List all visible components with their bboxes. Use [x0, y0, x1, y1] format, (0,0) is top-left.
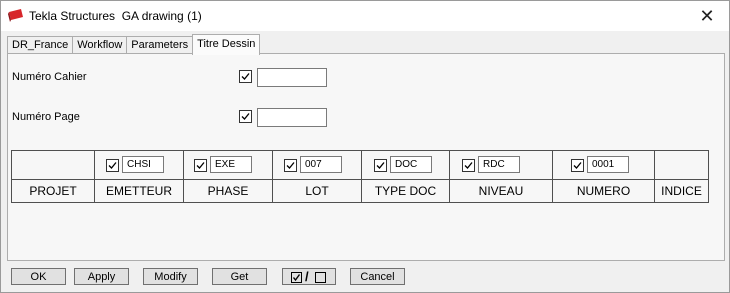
grid-col-label: TYPE DOC [374, 184, 437, 198]
slash-separator: / [305, 269, 309, 284]
grid-col-type-doc: DOC TYPE DOC [362, 151, 450, 202]
toggle-all-checkboxes-button[interactable]: / [282, 268, 336, 285]
check-icon [241, 73, 250, 80]
tab-strip: DR_France Workflow Parameters Titre Dess… [7, 34, 261, 55]
lot-input[interactable]: 007 [300, 156, 342, 173]
tab-workflow[interactable]: Workflow [72, 36, 128, 54]
window-title: Tekla Structures GA drawing (1) [29, 9, 202, 23]
numero-page-checkbox[interactable] [239, 110, 252, 123]
titre-dessin-panel: Numéro Cahier Numéro Page PROJET CHSI EM… [7, 53, 725, 261]
apply-button[interactable]: Apply [74, 268, 129, 285]
check-icon [241, 113, 250, 120]
ok-button[interactable]: OK [11, 268, 66, 285]
lot-checkbox[interactable] [284, 159, 297, 172]
grid-col-label: EMETTEUR [106, 184, 172, 198]
modify-button[interactable]: Modify [143, 268, 198, 285]
grid-col-label: NIVEAU [478, 184, 524, 198]
niveau-checkbox[interactable] [462, 159, 475, 172]
grid-col-label: LOT [305, 184, 329, 198]
close-button[interactable]: ✕ [685, 1, 729, 31]
grid-col-label: INDICE [661, 184, 702, 198]
check-icon [573, 162, 582, 169]
grid-col-lot: 007 LOT [273, 151, 362, 202]
emetteur-input[interactable]: CHSI [122, 156, 164, 173]
type-doc-checkbox[interactable] [374, 159, 387, 172]
tab-parameters[interactable]: Parameters [126, 36, 194, 54]
tekla-app-icon [8, 9, 24, 23]
numero-page-label: Numéro Page [12, 111, 80, 123]
tab-titre-dessin[interactable]: Titre Dessin [192, 34, 261, 55]
grid-col-phase: EXE PHASE [184, 151, 273, 202]
cancel-button[interactable]: Cancel [350, 268, 405, 285]
numero-checkbox[interactable] [571, 159, 584, 172]
numero-cahier-label: Numéro Cahier [12, 71, 87, 83]
grid-col-indice: INDICE [655, 151, 708, 202]
check-icon [286, 162, 295, 169]
check-icon [376, 162, 385, 169]
checked-box-icon [291, 272, 302, 283]
type-doc-input[interactable]: DOC [390, 156, 432, 173]
grid-col-label: PHASE [207, 184, 249, 198]
get-button[interactable]: Get [212, 268, 267, 285]
grid-col-label: PROJET [29, 184, 77, 198]
title-bar: Tekla Structures GA drawing (1) ✕ [1, 1, 729, 31]
numero-cahier-input[interactable] [257, 68, 327, 87]
dialog-button-bar: OK Apply Modify Get / Cancel [1, 265, 729, 291]
title-block-grid: PROJET CHSI EMETTEUR EXE PHASE 007 LOT D… [11, 150, 709, 203]
grid-col-emetteur: CHSI EMETTEUR [95, 151, 184, 202]
grid-col-projet: PROJET [12, 151, 95, 202]
emetteur-checkbox[interactable] [106, 159, 119, 172]
numero-page-input[interactable] [257, 108, 327, 127]
numero-cahier-checkbox[interactable] [239, 70, 252, 83]
niveau-input[interactable]: RDC [478, 156, 520, 173]
tab-dr-france[interactable]: DR_France [7, 36, 74, 54]
phase-input[interactable]: EXE [210, 156, 252, 173]
grid-col-niveau: RDC NIVEAU [450, 151, 553, 202]
dialog-window: Tekla Structures GA drawing (1) ✕ DR_Fra… [0, 0, 730, 293]
check-icon [108, 162, 117, 169]
close-icon: ✕ [699, 5, 715, 26]
check-icon [464, 162, 473, 169]
check-icon [196, 162, 205, 169]
numero-input[interactable]: 0001 [587, 156, 629, 173]
grid-col-numero: 0001 NUMERO [553, 151, 655, 202]
unchecked-box-icon [315, 272, 326, 283]
grid-col-label: NUMERO [576, 184, 631, 198]
phase-checkbox[interactable] [194, 159, 207, 172]
